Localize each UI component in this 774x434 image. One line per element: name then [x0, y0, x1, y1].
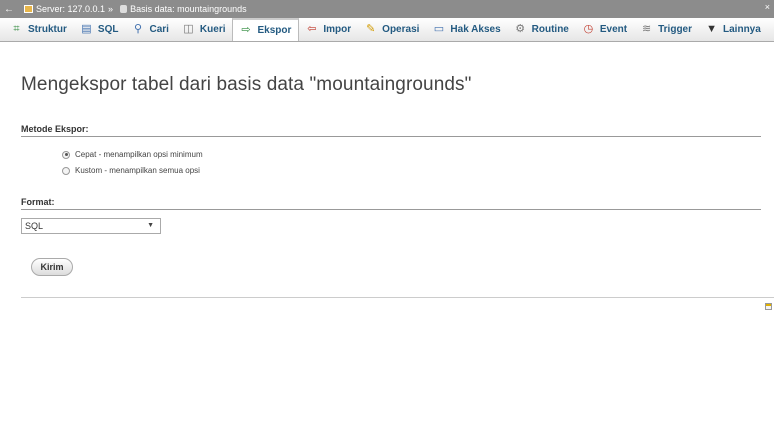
tab-label: Kueri	[199, 24, 226, 35]
tab-label: Ekspor	[257, 25, 292, 36]
tab-struktur[interactable]: ⌗ Struktur	[4, 18, 74, 41]
more-icon: ▼	[706, 23, 717, 35]
tab-operasi[interactable]: ✎ Operasi	[358, 18, 426, 41]
tab-sql[interactable]: ▤ SQL	[74, 18, 126, 41]
search-icon: ⚲	[133, 23, 142, 35]
breadcrumb-server[interactable]: Server: 127.0.0.1	[36, 4, 105, 14]
radio-custom-label[interactable]: Kustom - menampilkan semua opsi	[75, 166, 200, 175]
radio-quick[interactable]	[62, 150, 70, 159]
tab-label: Operasi	[382, 24, 420, 35]
tab-label: Cari	[149, 24, 169, 35]
back-arrow-icon[interactable]: ←	[4, 4, 14, 15]
query-icon: ◫	[183, 23, 194, 35]
radio-quick-row[interactable]: Cepat - menampilkan opsi minimum	[62, 150, 203, 159]
console-toggle-icon[interactable]	[765, 303, 772, 310]
tab-trigger[interactable]: ≋ Trigger	[634, 18, 699, 41]
radio-quick-label[interactable]: Cepat - menampilkan opsi minimum	[75, 150, 203, 159]
content-divider	[21, 297, 774, 298]
tab-label: Hak Akses	[450, 24, 501, 35]
tab-ekspor[interactable]: ⇨ Ekspor	[232, 18, 300, 41]
import-icon: ⇦	[307, 23, 317, 35]
structure-icon: ⌗	[13, 23, 20, 35]
trigger-icon: ≋	[642, 23, 652, 35]
dropdown-arrow-icon: ▼	[147, 222, 154, 229]
operations-icon: ✎	[366, 23, 376, 35]
privileges-icon: ▭	[433, 23, 445, 35]
tab-event[interactable]: ◷ Event	[576, 18, 634, 41]
close-icon[interactable]: ×	[765, 2, 770, 12]
format-select[interactable]: SQL ▼	[21, 218, 161, 234]
format-select-value: SQL	[25, 221, 44, 231]
tab-label: SQL	[97, 24, 119, 35]
tab-label: Struktur	[28, 24, 67, 35]
breadcrumb-separator: »	[108, 4, 114, 14]
format-heading: Format:	[21, 197, 761, 210]
server-icon	[24, 5, 33, 13]
page-title: Mengekspor tabel dari basis data "mounta…	[21, 74, 472, 95]
tab-kueri[interactable]: ◫ Kueri	[176, 18, 233, 41]
tab-bar: ⌗ Struktur ▤ SQL ⚲ Cari ◫ Kueri ⇨ Ekspor ⇦ Impor ✎ Op…	[0, 18, 774, 42]
tab-cari[interactable]: ⚲ Cari	[125, 18, 175, 41]
breadcrumb-database[interactable]: Basis data: mountaingrounds	[130, 4, 247, 14]
tab-impor[interactable]: ⇦ Impor	[299, 18, 358, 41]
sql-icon: ▤	[81, 23, 92, 35]
tab-label: Routine	[531, 24, 569, 35]
breadcrumb: ← Server: 127.0.0.1 » Basis data: mounta…	[0, 0, 774, 18]
tab-label: Trigger	[658, 24, 693, 35]
tab-lainnya[interactable]: ▼ Lainnya	[699, 18, 768, 41]
tab-routine[interactable]: ⚙ Routine	[508, 18, 576, 41]
database-icon	[120, 5, 128, 13]
export-method-heading: Metode Ekspor:	[21, 124, 761, 137]
export-icon: ⇨	[241, 24, 251, 36]
tab-hak-akses[interactable]: ▭ Hak Akses	[426, 18, 507, 41]
tab-label: Impor	[323, 24, 352, 35]
radio-custom[interactable]	[62, 166, 70, 175]
routine-icon: ⚙	[515, 23, 526, 35]
tab-label: Lainnya	[723, 24, 761, 35]
radio-custom-row[interactable]: Kustom - menampilkan semua opsi	[62, 166, 200, 175]
event-icon: ◷	[583, 23, 594, 35]
tab-label: Event	[599, 24, 628, 35]
submit-button[interactable]: Kirim	[31, 258, 73, 276]
